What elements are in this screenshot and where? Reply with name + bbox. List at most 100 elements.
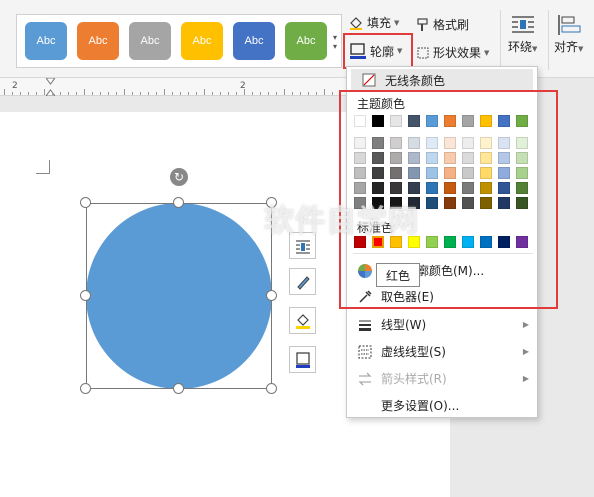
format-painter-icon xyxy=(417,17,428,31)
outline-pen-icon xyxy=(350,43,366,59)
menu-item-line-style[interactable]: 线型(W) ▶ xyxy=(347,311,537,338)
ruler-tick xyxy=(332,92,333,95)
ruler-tick xyxy=(252,92,253,95)
ruler-tick xyxy=(316,92,317,95)
chevron-right-icon: ▶ xyxy=(522,347,529,356)
no-color-icon xyxy=(361,72,377,88)
style-chip-gray[interactable]: Abc xyxy=(129,22,171,60)
gallery-expand-icon[interactable]: ▾ ▾ xyxy=(331,33,339,51)
align-icon xyxy=(557,15,581,35)
ruler-tick xyxy=(44,89,45,95)
ruler-tick xyxy=(20,92,21,95)
fill-button[interactable]: 填充 ▼ xyxy=(348,14,399,31)
ruler-tick xyxy=(84,89,85,95)
ribbon-separator xyxy=(500,10,501,70)
ruler-tick xyxy=(116,92,117,95)
format-painter-button[interactable]: 格式刷 xyxy=(414,16,469,33)
ruler-tick xyxy=(220,92,221,95)
menu-item-label: 无线条颜色 xyxy=(385,73,446,88)
ruler-tick xyxy=(132,92,133,95)
text-wrap-icon xyxy=(511,16,534,33)
ruler-tick xyxy=(284,89,285,95)
selection-box xyxy=(86,203,272,389)
fill-tool-button[interactable] xyxy=(289,307,316,334)
resize-handle-n[interactable] xyxy=(173,197,184,208)
outline-label: 轮廓 xyxy=(370,44,395,59)
ruler-tick xyxy=(188,92,189,95)
resize-handle-e[interactable] xyxy=(266,290,277,301)
outline-tool-button[interactable] xyxy=(289,346,316,373)
rotate-handle-icon[interactable]: ↻ xyxy=(170,168,188,186)
ruler-tick xyxy=(68,92,69,95)
resize-handle-s[interactable] xyxy=(173,383,184,394)
style-chip-green[interactable]: Abc xyxy=(285,22,327,60)
color-tooltip: 红色 xyxy=(376,263,420,287)
ruler-tick xyxy=(60,92,61,95)
resize-handle-sw[interactable] xyxy=(80,383,91,394)
ruler-tick xyxy=(244,89,245,95)
chevron-down-icon: ▼ xyxy=(397,47,403,55)
ruler-tick xyxy=(36,92,37,95)
style-chip-darkblue[interactable]: Abc xyxy=(233,22,275,60)
paint-bucket-icon xyxy=(350,16,362,30)
line-weight-icon xyxy=(357,317,373,333)
ruler-tick xyxy=(268,92,269,95)
menu-item-label: 虚线线型(S) xyxy=(381,345,446,359)
chevron-right-icon: ▶ xyxy=(522,374,529,383)
align-button[interactable]: 对齐▼ xyxy=(554,14,583,55)
style-chip-label: Abc xyxy=(296,35,316,47)
style-chip-yellow[interactable]: Abc xyxy=(181,22,223,60)
style-chip-label: Abc xyxy=(88,35,108,47)
ruler-tick xyxy=(300,92,301,95)
ruler-tick xyxy=(292,92,293,95)
menu-item-no-outline[interactable]: 无线条颜色 xyxy=(351,69,533,91)
ruler-tick xyxy=(204,89,205,95)
watermark: 软件自学网 xyxy=(264,196,419,240)
style-chip-label: Abc xyxy=(36,35,56,47)
ruler-tick xyxy=(172,92,173,95)
chevron-right-icon: ▶ xyxy=(522,320,529,329)
ruler-label: 2 xyxy=(12,81,18,91)
outline-button[interactable]: 轮廓 ▼ xyxy=(346,36,410,66)
ruler-tick xyxy=(12,92,13,95)
style-chip-blue[interactable]: Abc xyxy=(25,22,67,60)
ruler-tick xyxy=(324,89,325,95)
indent-marker-icon[interactable] xyxy=(45,77,56,97)
ruler-tick xyxy=(108,92,109,95)
ruler-tick xyxy=(180,92,181,95)
ruler-tick xyxy=(28,92,29,95)
pen-tool-button[interactable] xyxy=(289,268,316,295)
page-margin-corner xyxy=(36,160,50,174)
ruler-tick xyxy=(212,92,213,95)
dash-style-icon xyxy=(357,344,373,360)
arrow-style-icon xyxy=(357,371,373,387)
ruler-tick xyxy=(100,92,101,95)
wrap-button[interactable]: 环绕▼ xyxy=(508,14,537,55)
menu-item-dash-style[interactable]: 虚线线型(S) ▶ xyxy=(347,338,537,365)
style-chip-orange[interactable]: Abc xyxy=(77,22,119,60)
ribbon-separator xyxy=(548,10,549,70)
tooltip-text: 红色 xyxy=(385,268,410,283)
style-chip-label: Abc xyxy=(192,35,212,47)
wrap-label: 环绕 xyxy=(508,40,533,54)
outline-pen-icon xyxy=(295,351,310,368)
resize-handle-se[interactable] xyxy=(266,383,277,394)
ruler-tick xyxy=(148,92,149,95)
chevron-down-icon: ▼ xyxy=(394,18,400,27)
pen-icon xyxy=(296,275,310,290)
style-chip-label: Abc xyxy=(244,35,264,47)
shape-effect-button[interactable]: 形状效果 ▼ xyxy=(416,44,489,61)
menu-item-more-settings[interactable]: 更多设置(O)... xyxy=(347,392,537,419)
style-chip-label: Abc xyxy=(140,35,160,47)
resize-handle-nw[interactable] xyxy=(80,197,91,208)
ruler-tick xyxy=(76,92,77,95)
shape-effect-label: 形状效果 xyxy=(433,46,482,60)
menu-item-label: 箭头样式(R) xyxy=(381,372,447,386)
format-painter-label: 格式刷 xyxy=(433,18,470,32)
ruler-tick xyxy=(156,92,157,95)
ruler-tick xyxy=(236,92,237,95)
menu-item-label: 线型(W) xyxy=(381,318,427,332)
paint-bucket-icon xyxy=(295,313,310,329)
resize-handle-w[interactable] xyxy=(80,290,91,301)
ruler-tick xyxy=(308,92,309,95)
